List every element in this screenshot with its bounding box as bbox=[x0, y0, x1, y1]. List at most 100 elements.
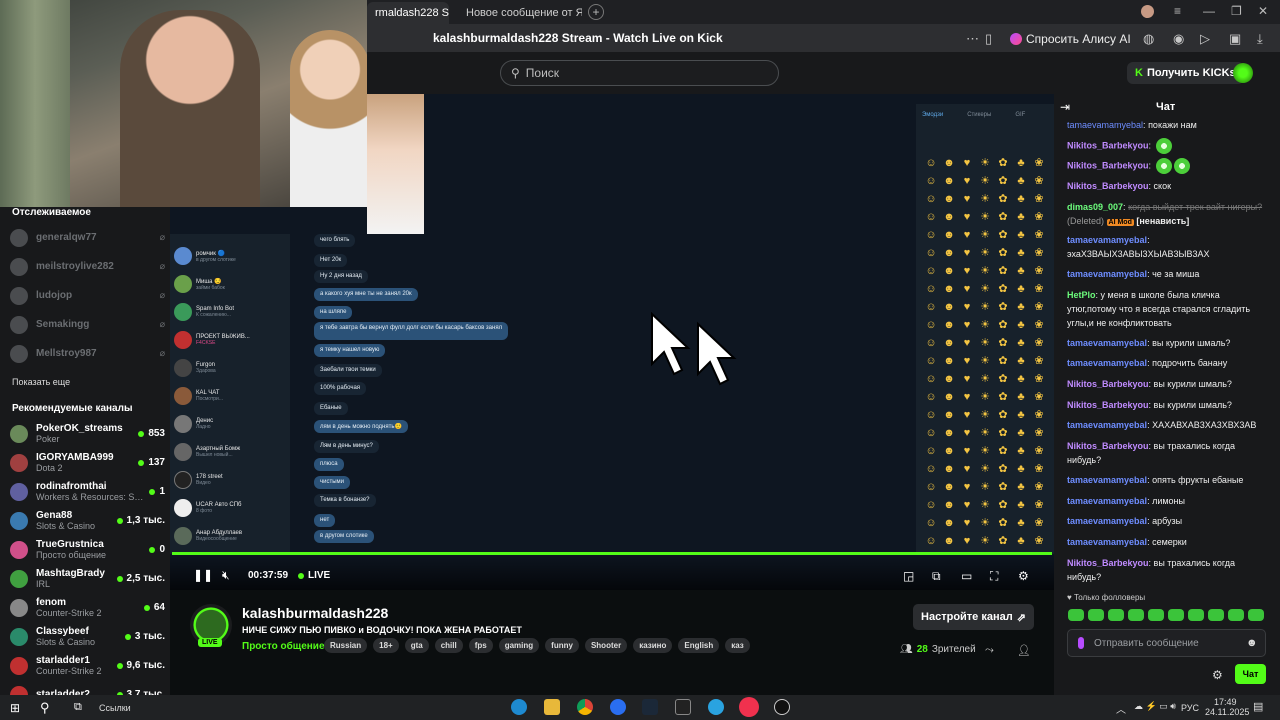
emote-icon[interactable] bbox=[1188, 609, 1204, 621]
sidebar-item-recommended[interactable]: PokerOK_streams Poker 853 bbox=[10, 419, 165, 448]
chat-username[interactable]: tamaevamamyebal bbox=[1067, 338, 1147, 348]
channel-name[interactable]: kalashburmaldash228 bbox=[242, 605, 388, 621]
search-taskbar-icon[interactable]: ⚲ bbox=[40, 700, 50, 716]
steam-icon[interactable] bbox=[642, 699, 658, 715]
chat-username[interactable]: dimas09_007 bbox=[1067, 202, 1123, 212]
tag[interactable]: English bbox=[678, 638, 720, 653]
mute-icon[interactable]: 🔇︎ bbox=[222, 568, 230, 583]
chat-username[interactable]: tamaevamamyebal bbox=[1067, 269, 1147, 279]
language-indicator[interactable]: РУС bbox=[1181, 703, 1199, 713]
alice-button[interactable]: Спросить Алису AI bbox=[1010, 29, 1131, 48]
extension-icon[interactable]: ◉ bbox=[1173, 31, 1184, 47]
stream-category[interactable]: Просто общение bbox=[242, 641, 325, 652]
tag[interactable]: funny bbox=[545, 638, 579, 653]
bookmarks-icon[interactable]: ≡ bbox=[1174, 4, 1181, 18]
sidebar-item-recommended[interactable]: Gena88 Slots & Casino 1,3 тыс. bbox=[10, 506, 165, 535]
epic-games-icon[interactable] bbox=[675, 699, 691, 715]
app-check-icon[interactable] bbox=[610, 699, 626, 715]
sidebar-item-following[interactable]: Mellstroy987 ⌀ bbox=[10, 339, 165, 368]
tag[interactable]: Russian bbox=[324, 638, 368, 653]
chat-username[interactable]: Nikitos_Barbekyou bbox=[1067, 160, 1149, 170]
chat-username[interactable]: tamaevamamyebal bbox=[1067, 537, 1147, 547]
sidebar-item-recommended[interactable]: IGORYAMBA999 Dota 2 137 bbox=[10, 448, 165, 477]
tag[interactable]: gaming bbox=[498, 638, 540, 653]
sidebar-item-recommended[interactable]: rodinafromthai Workers & Resources: So...… bbox=[10, 477, 165, 506]
minimize-icon[interactable]: — bbox=[1203, 4, 1215, 18]
sidebar-item-following[interactable]: Semakingg ⌀ bbox=[10, 310, 165, 339]
chat-username[interactable]: tamaevamamyebal bbox=[1067, 420, 1147, 430]
chat-username[interactable]: Nikitos_Barbekyou bbox=[1067, 400, 1149, 410]
tray-chevron-icon[interactable]: ︿ bbox=[1116, 701, 1126, 716]
chat-username[interactable]: Nikitos_Barbekyou bbox=[1067, 181, 1149, 191]
taskbar-date[interactable]: 24.11.2025 bbox=[1205, 707, 1249, 717]
emote-icon[interactable] bbox=[1068, 609, 1084, 621]
play-icon[interactable]: ▷ bbox=[1200, 31, 1210, 47]
tag[interactable]: 18+ bbox=[373, 638, 399, 653]
chat-settings-icon[interactable]: ⚙ bbox=[1212, 668, 1223, 682]
theatre-mode-icon[interactable]: ▭ bbox=[961, 569, 972, 583]
start-icon[interactable]: ⊞ bbox=[10, 701, 20, 715]
emote-icon[interactable] bbox=[1088, 609, 1104, 621]
emote-icon[interactable] bbox=[1148, 609, 1164, 621]
tab-new-message[interactable]: Новое сообщение от Яна bbox=[452, 2, 582, 24]
get-kicks-button[interactable]: K Получить KICKs bbox=[1127, 62, 1244, 84]
progress-bar[interactable] bbox=[172, 552, 1052, 555]
globe-icon[interactable]: ◍ bbox=[1143, 31, 1154, 47]
collections-icon[interactable]: ▣ bbox=[1229, 31, 1241, 47]
edge-icon[interactable] bbox=[511, 699, 527, 715]
emote-icon[interactable] bbox=[1208, 609, 1224, 621]
telegram-icon[interactable] bbox=[708, 699, 724, 715]
share-icon[interactable]: ⤳ bbox=[985, 644, 994, 657]
clip-icon[interactable]: ⧉ bbox=[932, 569, 941, 584]
emote-icon[interactable] bbox=[1128, 609, 1144, 621]
setup-channel-button[interactable]: Настройте канал ⇗ bbox=[913, 604, 1034, 630]
download-icon[interactable]: ⤓ bbox=[1257, 31, 1263, 47]
bookmark-icon[interactable]: ▯ bbox=[985, 31, 992, 47]
settings-icon[interactable]: ⚙ bbox=[1018, 569, 1029, 583]
new-tab-button[interactable]: + bbox=[588, 4, 604, 20]
sidebar-item-following[interactable]: meilstroylive282 ⌀ bbox=[10, 252, 165, 281]
chat-username[interactable]: tamaevamamyebal bbox=[1067, 120, 1143, 130]
tab-kick-stream[interactable]: rmaldash228 S ✕ bbox=[367, 2, 449, 24]
tag[interactable]: fps bbox=[468, 638, 493, 653]
sidebar-item-recommended[interactable]: Classybeef Slots & Casino 3 тыс. bbox=[10, 622, 165, 651]
chat-username[interactable]: HetPlo bbox=[1067, 290, 1096, 300]
user-settings-icon[interactable]: 👤︎ bbox=[1017, 644, 1031, 657]
pause-icon[interactable]: ❚❚ bbox=[193, 568, 213, 582]
emote-icon[interactable] bbox=[1248, 609, 1264, 621]
emoji-picker-icon[interactable]: ☻ bbox=[1246, 637, 1258, 649]
chrome-icon[interactable] bbox=[577, 699, 593, 715]
chat-username[interactable]: Nikitos_Barbekyou bbox=[1067, 441, 1149, 451]
chat-username[interactable]: tamaevamamyebal bbox=[1067, 496, 1147, 506]
close-window-icon[interactable]: ✕ bbox=[1258, 4, 1268, 18]
sidebar-item-recommended[interactable]: fenom Counter-Strike 2 64 bbox=[10, 593, 165, 622]
file-explorer-icon[interactable] bbox=[544, 699, 560, 715]
search-input[interactable]: ⚲ Поиск bbox=[500, 60, 779, 86]
show-more-link[interactable]: Показать еще bbox=[12, 377, 70, 387]
tag[interactable]: Shooter bbox=[584, 638, 628, 653]
chat-username[interactable]: tamaevamamyebal bbox=[1067, 358, 1147, 368]
user-avatar[interactable] bbox=[1233, 63, 1253, 83]
chat-username[interactable]: Nikitos_Barbekyou bbox=[1067, 379, 1149, 389]
tag[interactable]: gta bbox=[404, 638, 429, 653]
emote-icon[interactable] bbox=[1228, 609, 1244, 621]
task-view-icon[interactable]: ⧉ bbox=[74, 701, 82, 714]
tag[interactable]: chill bbox=[434, 638, 463, 653]
chat-username[interactable]: tamaevamamyebal bbox=[1067, 475, 1147, 485]
send-chat-button[interactable]: Чат bbox=[1235, 664, 1266, 684]
sidebar-item-following[interactable]: ludojop ⌀ bbox=[10, 281, 165, 310]
page-title[interactable]: kalashburmaldash228 Stream - Watch Live … bbox=[433, 31, 723, 45]
chat-username[interactable]: Nikitos_Barbekyou bbox=[1067, 558, 1149, 568]
collapse-chat-icon[interactable]: ⇥ bbox=[1060, 100, 1070, 114]
sidebar-item-recommended[interactable]: TrueGrustnica Просто общение 0 bbox=[10, 535, 165, 564]
notifications-icon[interactable]: ▤ bbox=[1253, 700, 1263, 713]
more-icon[interactable]: ⋯ bbox=[966, 31, 979, 47]
sidebar-item-recommended[interactable]: MashtagBrady IRL 2,5 тыс. bbox=[10, 564, 165, 593]
chat-input[interactable]: Отправить сообщение bbox=[1067, 629, 1266, 657]
obs-icon[interactable] bbox=[774, 699, 790, 715]
sidebar-item-recommended[interactable]: starladder2 3,7 тыс. bbox=[10, 680, 165, 695]
pip-icon[interactable]: ◲ bbox=[903, 569, 914, 583]
yandex-browser-icon[interactable] bbox=[739, 697, 759, 717]
fullscreen-icon[interactable]: ⛶ bbox=[990, 569, 998, 584]
tag[interactable]: каз bbox=[725, 638, 750, 653]
